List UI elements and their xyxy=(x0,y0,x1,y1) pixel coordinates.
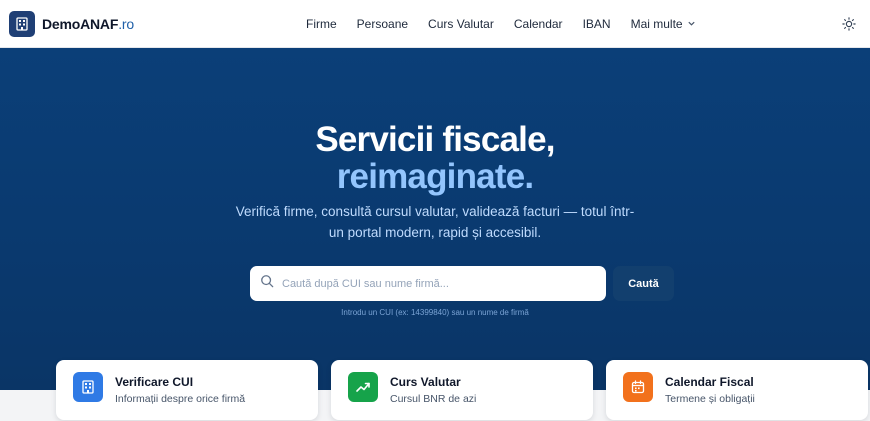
search-hint: Introdu un CUI (ex: 14399840) sau un num… xyxy=(341,308,529,317)
top-navbar: DemoANAF.ro Firme Persoane Curs Valutar … xyxy=(0,0,870,48)
hero-subtitle: Verifică firme, consultă cursul valutar,… xyxy=(235,204,635,240)
card-description: Informații despre orice firmă xyxy=(115,393,246,405)
calendar-icon xyxy=(623,372,653,402)
chevron-down-icon xyxy=(687,17,696,31)
main-nav: Firme Persoane Curs Valutar Calendar IBA… xyxy=(306,0,716,48)
card-curs-valutar[interactable]: Curs Valutar Cursul BNR de azi xyxy=(331,360,593,420)
sun-icon[interactable] xyxy=(840,15,858,33)
nav-calendar[interactable]: Calendar xyxy=(514,17,563,31)
search-input[interactable] xyxy=(282,277,582,290)
search-bar xyxy=(250,266,606,301)
card-title: Curs Valutar xyxy=(390,375,461,389)
card-description: Cursul BNR de azi xyxy=(390,393,477,405)
nav-curs-valutar[interactable]: Curs Valutar xyxy=(428,17,494,31)
trending-up-icon xyxy=(348,372,378,402)
building-icon xyxy=(73,372,103,402)
nav-mai-multe[interactable]: Mai multe xyxy=(631,17,696,31)
search-button[interactable]: Caută xyxy=(613,266,674,301)
card-title: Verificare CUI xyxy=(115,375,194,389)
brand-logo[interactable]: DemoANAF.ro xyxy=(9,11,134,37)
card-calendar-fiscal[interactable]: Calendar Fiscal Termene și obligații xyxy=(606,360,868,420)
nav-firme[interactable]: Firme xyxy=(306,17,337,31)
card-title: Calendar Fiscal xyxy=(665,375,754,389)
brand-name: DemoANAF.ro xyxy=(42,16,134,32)
card-description: Termene și obligații xyxy=(665,393,755,405)
hero-title: Servicii fiscale, xyxy=(315,120,555,159)
hero-title-accent: reimaginate. xyxy=(336,157,534,196)
card-verificare-cui[interactable]: Verificare CUI Informații despre orice f… xyxy=(56,360,318,420)
hero-section: Servicii fiscale, reimaginate. Verifică … xyxy=(0,48,870,390)
nav-persoane[interactable]: Persoane xyxy=(357,17,408,31)
building-icon xyxy=(9,11,35,37)
nav-iban[interactable]: IBAN xyxy=(583,17,611,31)
search-icon xyxy=(260,274,274,293)
